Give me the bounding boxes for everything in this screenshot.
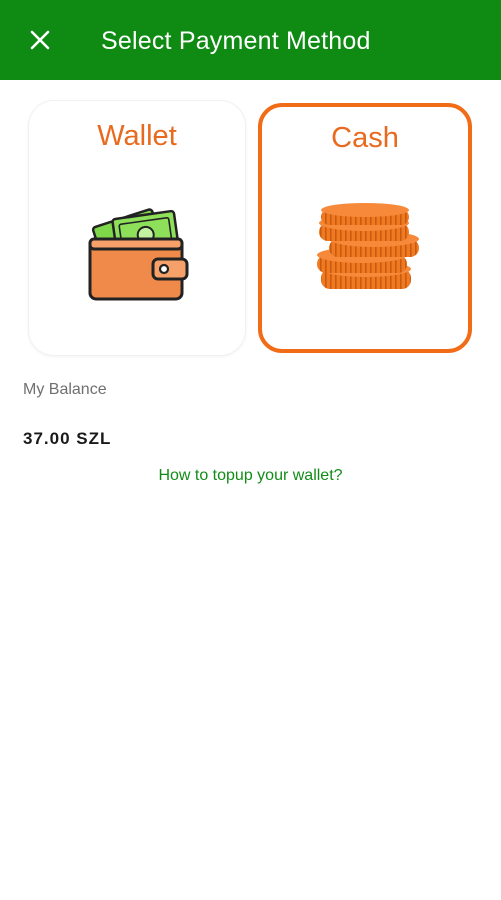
page-title: Select Payment Method <box>101 27 371 55</box>
app-bar: Select Payment Method <box>0 0 501 80</box>
payment-option-label: Wallet <box>97 120 177 152</box>
balance-value: 37.00 SZL <box>23 429 112 448</box>
close-icon <box>30 30 50 50</box>
close-button[interactable] <box>22 22 58 58</box>
payment-option-cash[interactable]: Cash <box>258 103 472 353</box>
payment-option-label: Cash <box>331 122 399 154</box>
balance-label: My Balance <box>23 381 107 398</box>
wallet-icon <box>88 208 189 301</box>
coins-icon <box>317 203 419 289</box>
payment-option-wallet[interactable]: Wallet <box>28 100 246 356</box>
topup-help-link[interactable]: How to topup your wallet? <box>0 465 501 487</box>
